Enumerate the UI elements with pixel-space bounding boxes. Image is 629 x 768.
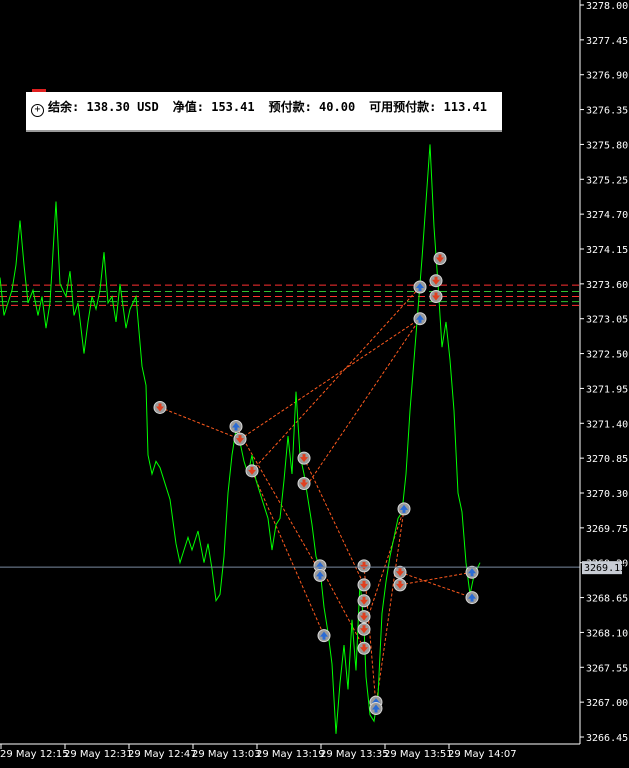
current-price-tag: 3269.13 <box>582 561 626 575</box>
free-margin-value: 113.41 <box>443 100 487 114</box>
price-tick-label: 3275.25 <box>586 175 628 186</box>
time-tick-label: 29 May 12:15 <box>0 749 69 760</box>
currency-label: USD <box>137 100 159 114</box>
price-tick-label: 3272.50 <box>586 350 628 361</box>
price-tick-label: 3276.90 <box>586 71 628 82</box>
price-tick-label: 3273.05 <box>586 315 628 326</box>
time-tick-label: 29 May 13:35 <box>320 749 389 760</box>
account-info-line: + 结余: 138.30 USD 净值: 153.41 预付款: 40.00 可用预付款… <box>31 98 487 117</box>
time-tick-label: 29 May 12:47 <box>128 749 197 760</box>
panel-tab <box>32 89 46 92</box>
price-tick-label: 3268.10 <box>586 628 628 639</box>
time-tick-label: 29 May 13:51 <box>384 749 453 760</box>
equity-value: 153.41 <box>211 100 255 114</box>
price-tick-label: 3268.65 <box>586 594 628 605</box>
balance-value: 138.30 <box>86 100 130 114</box>
price-tick-label: 3276.35 <box>586 106 628 117</box>
buy-arrow-icon[interactable] <box>465 591 479 605</box>
expand-plus-icon[interactable]: + <box>31 104 44 117</box>
sell-arrow-icon[interactable] <box>245 464 259 478</box>
time-tick-label: 29 May 12:31 <box>64 749 133 760</box>
margin-label: 预付款: <box>268 100 312 114</box>
price-tick-label: 3270.30 <box>586 489 628 500</box>
price-tick-label: 3267.55 <box>586 663 628 674</box>
sell-arrow-icon[interactable] <box>393 578 407 592</box>
time-tick-label: 29 May 13:03 <box>192 749 261 760</box>
sell-arrow-icon[interactable] <box>429 274 443 288</box>
buy-arrow-icon[interactable] <box>313 568 327 582</box>
account-info-panel: + 结余: 138.30 USD 净值: 153.41 预付款: 40.00 可用预付款… <box>26 89 502 132</box>
time-tick-label: 29 May 14:07 <box>448 749 517 760</box>
buy-arrow-icon[interactable] <box>465 565 479 579</box>
price-tick-label: 3274.15 <box>586 245 628 256</box>
price-tick-label: 3269.75 <box>586 524 628 535</box>
buy-arrow-icon[interactable] <box>397 502 411 516</box>
sell-arrow-icon[interactable] <box>357 559 371 573</box>
sell-arrow-icon[interactable] <box>357 578 371 592</box>
buy-arrow-icon[interactable] <box>229 419 243 433</box>
price-tick-label: 3267.00 <box>586 698 628 709</box>
buy-arrow-icon[interactable] <box>369 701 383 715</box>
sell-arrow-icon[interactable] <box>297 476 311 490</box>
price-tick-label: 3266.45 <box>586 733 628 744</box>
free-margin-label: 可用预付款: <box>369 100 437 114</box>
current-price-label: 3269.13 <box>584 563 626 574</box>
sell-arrow-icon[interactable] <box>393 565 407 579</box>
price-tick-label: 3275.80 <box>586 140 628 151</box>
sell-arrow-icon[interactable] <box>433 252 447 266</box>
price-tick-label: 3277.45 <box>586 36 628 47</box>
buy-arrow-icon[interactable] <box>413 312 427 326</box>
price-tick-label: 3278.00 <box>586 1 628 12</box>
sell-arrow-icon[interactable] <box>357 622 371 636</box>
price-tick-label: 3271.40 <box>586 419 628 430</box>
sell-arrow-icon[interactable] <box>357 641 371 655</box>
sell-arrow-icon[interactable] <box>153 400 167 414</box>
price-tick-label: 3271.95 <box>586 384 628 395</box>
margin-value: 40.00 <box>319 100 356 114</box>
sell-arrow-icon[interactable] <box>357 610 371 624</box>
equity-label: 净值: <box>172 100 204 114</box>
buy-arrow-icon[interactable] <box>317 629 331 643</box>
sell-arrow-icon[interactable] <box>357 594 371 608</box>
price-tick-label: 3274.70 <box>586 210 628 221</box>
price-tick-label: 3273.60 <box>586 280 628 291</box>
price-tick-label: 3270.85 <box>586 454 628 465</box>
buy-arrow-icon[interactable] <box>413 280 427 294</box>
sell-arrow-icon[interactable] <box>297 451 311 465</box>
time-tick-label: 29 May 13:19 <box>256 749 325 760</box>
sell-arrow-icon[interactable] <box>233 432 247 446</box>
sell-arrow-icon[interactable] <box>429 290 443 304</box>
balance-label: 结余: <box>48 100 80 114</box>
